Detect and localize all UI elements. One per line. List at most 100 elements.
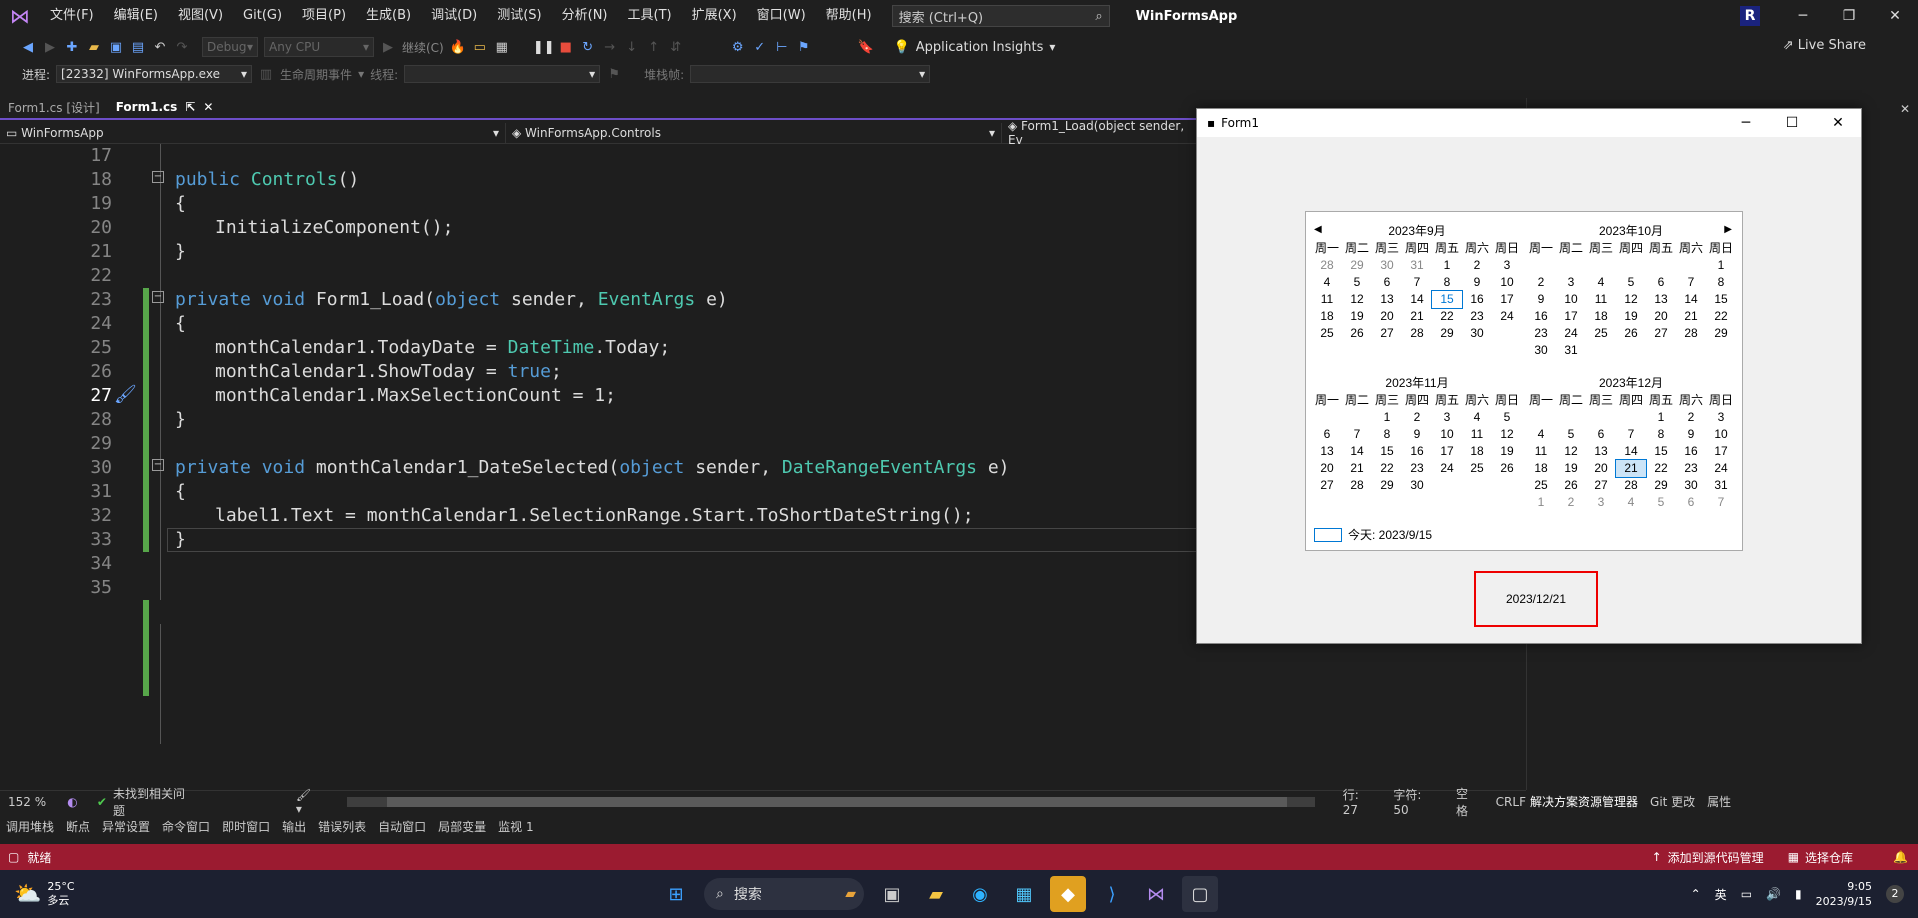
calendar-day[interactable]: 24 (1432, 460, 1462, 477)
calendar-day[interactable]: 13 (1312, 443, 1342, 460)
month-title[interactable]: 2023年12月 (1526, 374, 1736, 392)
edge-icon[interactable]: ◉ (962, 876, 998, 912)
calendar-day[interactable]: 25 (1462, 460, 1492, 477)
calendar-day[interactable]: 7 (1706, 494, 1736, 511)
stop-icon[interactable]: ■ (558, 39, 574, 55)
tool-window-tab[interactable]: 调用堆栈 (6, 818, 54, 835)
calendar-day[interactable]: 15 (1431, 290, 1463, 309)
jetbrains-icon[interactable]: ◆ (1050, 876, 1086, 912)
diagnostics-icon[interactable]: ⚙ (730, 39, 746, 55)
tool-window-tab[interactable]: 命令窗口 (162, 818, 210, 835)
calendar-day[interactable]: 21 (1342, 460, 1372, 477)
form1-close-button[interactable]: ✕ (1815, 109, 1861, 137)
calendar-day[interactable]: 16 (1462, 291, 1492, 308)
calendar-day[interactable]: 27 (1312, 477, 1342, 494)
weather-widget[interactable]: ⛅ 25°C 多云 (14, 880, 154, 908)
calendar-day[interactable]: 13 (1646, 291, 1676, 308)
battery-icon[interactable]: ▮ (1795, 887, 1802, 901)
tab-form1-designer[interactable]: Form1.cs [设计] (0, 96, 108, 118)
calendar-day[interactable]: 8 (1432, 274, 1462, 291)
menu-item[interactable]: 视图(V) (168, 0, 233, 32)
calendar-day[interactable]: 28 (1312, 257, 1342, 274)
tool-window-tab[interactable]: 自动窗口 (378, 818, 426, 835)
continue-icon[interactable]: ▶ (380, 39, 396, 55)
collapse-icon[interactable]: − (152, 291, 164, 303)
undo-icon[interactable]: ↶ (152, 39, 168, 55)
calendar-day[interactable]: 24 (1706, 460, 1736, 477)
menu-item[interactable]: 项目(P) (292, 0, 356, 32)
zoom-level[interactable]: 152 % (8, 795, 67, 809)
store-icon[interactable]: ▦ (1006, 876, 1042, 912)
calendar-day[interactable]: 9 (1402, 426, 1432, 443)
code-editor[interactable]: 17 18 19 20 21 22 23 24 25 26 27 28 29 30 31 32 33 34 35 −… (0, 144, 1200, 790)
calendar-day[interactable]: 18 (1586, 308, 1616, 325)
calendar-day[interactable]: 28 (1616, 477, 1646, 494)
calendar-day[interactable]: 9 (1462, 274, 1492, 291)
menu-item[interactable]: 生成(B) (356, 0, 421, 32)
calendar-day[interactable]: 19 (1556, 460, 1586, 477)
winforms-app-icon[interactable]: ▢ (1182, 876, 1218, 912)
pause-icon[interactable]: ❚❚ (533, 39, 555, 55)
calendar-day[interactable]: 12 (1492, 426, 1522, 443)
calendar-day[interactable]: 17 (1492, 291, 1522, 308)
calendar-day[interactable]: 31 (1706, 477, 1736, 494)
calendar-day[interactable]: 10 (1556, 291, 1586, 308)
calendar-day[interactable]: 2 (1462, 257, 1492, 274)
calendar-day[interactable]: 22 (1432, 308, 1462, 325)
calendar-day[interactable]: 5 (1556, 426, 1586, 443)
redo-icon[interactable]: ↷ (174, 39, 190, 55)
calendar-day[interactable]: 10 (1706, 426, 1736, 443)
live-share-button[interactable]: ⇗ Live Share (1783, 38, 1866, 53)
month-title[interactable]: 2023年9月 (1312, 222, 1522, 240)
platform-select[interactable]: Any CPU ▾ (264, 37, 374, 57)
browse-icon[interactable]: ▭ (472, 39, 488, 55)
calendar-day[interactable]: 30 (1372, 257, 1402, 274)
month-title[interactable]: 2023年10月 (1526, 222, 1736, 240)
close-panel-icon[interactable]: ✕ (1900, 102, 1910, 116)
calendar-day[interactable]: 5 (1342, 274, 1372, 291)
form1-minimize-button[interactable]: ─ (1723, 109, 1769, 137)
month-title[interactable]: 2023年11月 (1312, 374, 1522, 392)
calendar-day[interactable]: 24 (1492, 308, 1522, 325)
lifecycle-label[interactable]: 生命周期事件 (280, 66, 352, 83)
calendar-day[interactable]: 1 (1646, 409, 1676, 426)
start-icon[interactable]: ⊞ (658, 876, 694, 912)
calendar-day[interactable]: 2 (1676, 409, 1706, 426)
calendar-day[interactable]: 23 (1402, 460, 1432, 477)
calendar-day[interactable]: 26 (1342, 325, 1372, 342)
tool-window-tab[interactable]: 即时窗口 (222, 818, 270, 835)
flag-icon[interactable]: ⚑ (606, 66, 622, 82)
calendar-day[interactable]: 6 (1586, 426, 1616, 443)
calendar-day[interactable]: 17 (1706, 443, 1736, 460)
app-insights-icon[interactable]: 💡 (894, 39, 910, 55)
search-input[interactable]: 搜索 (Ctrl+Q) ⌕ (891, 5, 1110, 27)
thread-select[interactable]: ▾ (404, 65, 601, 83)
calendar-day[interactable]: 1 (1432, 257, 1462, 274)
collapse-icon[interactable]: − (152, 171, 164, 183)
calendar-day[interactable]: 11 (1526, 443, 1556, 460)
menu-item[interactable]: 扩展(X) (682, 0, 747, 32)
calendar-day[interactable]: 13 (1586, 443, 1616, 460)
config-select[interactable]: Debug ▾ (202, 37, 258, 57)
calendar-day[interactable]: 28 (1342, 477, 1372, 494)
calendar-day[interactable]: 20 (1372, 308, 1402, 325)
calendar-day[interactable]: 12 (1556, 443, 1586, 460)
calendar-day[interactable]: 1 (1372, 409, 1402, 426)
notification-bell-icon[interactable]: 🔔 (1893, 850, 1908, 864)
calendar-day[interactable]: 30 (1462, 325, 1492, 342)
line-ending[interactable]: CRLF (1496, 795, 1526, 809)
menu-item[interactable]: 分析(N) (552, 0, 618, 32)
user-avatar[interactable]: R (1740, 6, 1760, 26)
calendar-day[interactable]: 29 (1432, 325, 1462, 342)
calendar-day[interactable]: 11 (1462, 426, 1492, 443)
tool-window-tab[interactable]: 局部变量 (438, 818, 486, 835)
menu-item[interactable]: 帮助(H) (816, 0, 882, 32)
calendar-day[interactable]: 11 (1586, 291, 1616, 308)
calendar-day[interactable]: 4 (1312, 274, 1342, 291)
calendar-day[interactable]: 1 (1706, 257, 1736, 274)
calendar-day[interactable]: 12 (1616, 291, 1646, 308)
calendar-day[interactable]: 14 (1616, 443, 1646, 460)
menu-item[interactable]: 调试(D) (421, 0, 487, 32)
calendar-day[interactable]: 20 (1312, 460, 1342, 477)
horizontal-scrollbar[interactable] (346, 796, 1315, 807)
